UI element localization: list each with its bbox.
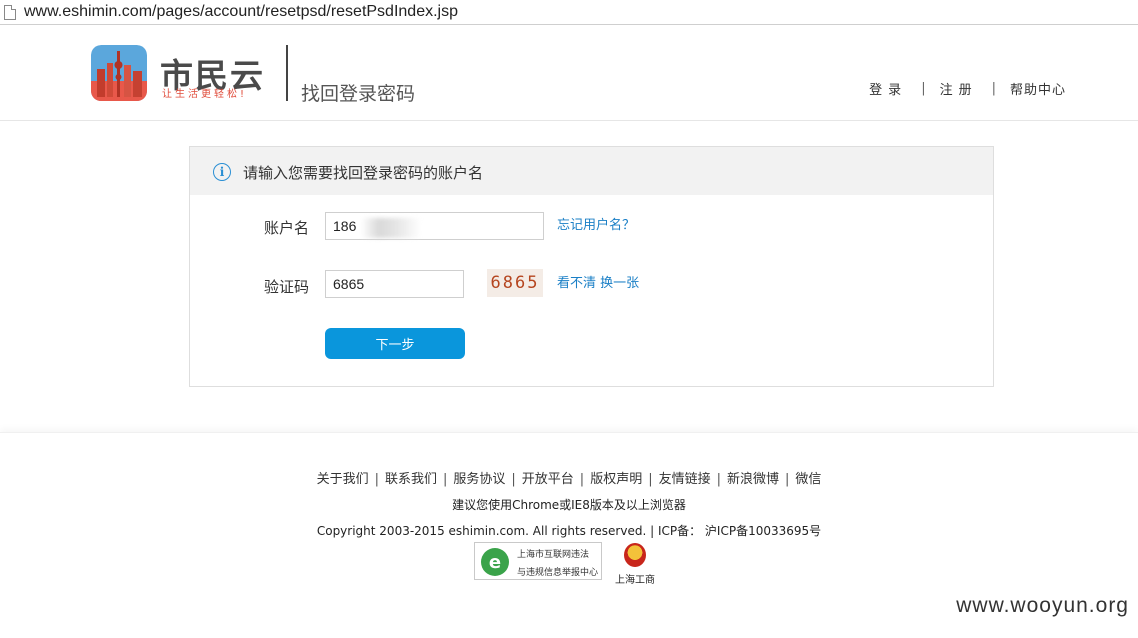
- footer-link-wechat[interactable]: 微信: [795, 472, 821, 487]
- footer-separator: |: [716, 472, 721, 487]
- refresh-captcha-link[interactable]: 看不清 换一张: [557, 272, 639, 291]
- logo-slogan: 让生活更轻松!: [162, 89, 248, 100]
- info-icon: i: [213, 163, 231, 181]
- register-link[interactable]: 注册: [940, 79, 978, 98]
- site-header: 市民云 让生活更轻松! 找回登录密码 登录 | 注册 | 帮助中心: [0, 25, 1138, 121]
- url-text[interactable]: www.eshimin.com/pages/account/resetpsd/r…: [24, 3, 458, 21]
- badge-label: 上海工商: [615, 575, 655, 586]
- captcha-image[interactable]: 6865: [487, 269, 543, 297]
- footer-link-contact[interactable]: 联系我们: [385, 472, 437, 487]
- business-license-badge[interactable]: 上海工商: [612, 541, 660, 586]
- panel-header: i 请输入您需要找回登录密码的账户名: [190, 147, 993, 195]
- page-icon: [4, 4, 16, 20]
- login-link[interactable]: 登录: [869, 79, 907, 98]
- footer-separator: |: [374, 472, 379, 487]
- account-label: 账户名: [264, 219, 310, 237]
- help-center-link[interactable]: 帮助中心: [1010, 79, 1066, 98]
- footer-links: 关于我们 | 联系我们 | 服务协议 | 开放平台 | 版权声明 | 友情链接 | 新浪微博 | 微信: [0, 468, 1138, 487]
- footer-separator: |: [648, 472, 653, 487]
- footer-separator: |: [442, 472, 448, 487]
- next-step-button[interactable]: 下一步: [325, 328, 465, 359]
- copyright-text: Copyright 2003-2015 eshimin.com. All rig…: [316, 524, 822, 538]
- footer-link-copyright[interactable]: 版权声明: [590, 472, 642, 487]
- footer-link-open-platform[interactable]: 开放平台: [522, 472, 574, 487]
- browser-note: 建议您使用Chrome或IE8版本及以上浏览器: [452, 498, 686, 512]
- footer-link-about[interactable]: 关于我们: [317, 472, 369, 487]
- footer-separator: |: [511, 472, 516, 487]
- footer-separator: |: [579, 472, 585, 487]
- captcha-label: 验证码: [264, 278, 310, 296]
- watermark: www.wooyun.org: [956, 594, 1129, 617]
- report-e-icon: e: [481, 548, 509, 576]
- captcha-input[interactable]: 6865: [325, 270, 464, 298]
- header-divider: [286, 45, 288, 101]
- badge-line-2: 与违规信息举报中心: [517, 568, 599, 578]
- footer-link-terms[interactable]: 服务协议: [453, 472, 505, 487]
- logo-icon[interactable]: [91, 45, 147, 101]
- reset-form-panel: i 请输入您需要找回登录密码的账户名: [189, 146, 994, 387]
- nav-separator: |: [921, 81, 926, 96]
- top-nav: 登录 | 注册 | 帮助中心: [869, 79, 1066, 98]
- badge-line-1: 上海市互联网违法: [517, 550, 590, 560]
- footer-separator: |: [785, 472, 790, 487]
- footer-link-friends[interactable]: 友情链接: [659, 472, 711, 487]
- account-input[interactable]: 186: [325, 212, 544, 240]
- address-bar[interactable]: www.eshimin.com/pages/account/resetpsd/r…: [0, 0, 1138, 25]
- redaction-blur: [361, 218, 421, 238]
- panel-heading: 请输入您需要找回登录密码的账户名: [243, 164, 484, 182]
- footer-link-weibo[interactable]: 新浪微博: [727, 472, 779, 487]
- national-emblem-icon: [624, 543, 646, 567]
- forgot-username-link[interactable]: 忘记用户名？: [557, 214, 635, 233]
- nav-separator: |: [991, 81, 996, 96]
- report-center-badge[interactable]: e 上海市互联网违法 与违规信息举报中心: [474, 542, 602, 580]
- page-title: 找回登录密码: [301, 83, 416, 105]
